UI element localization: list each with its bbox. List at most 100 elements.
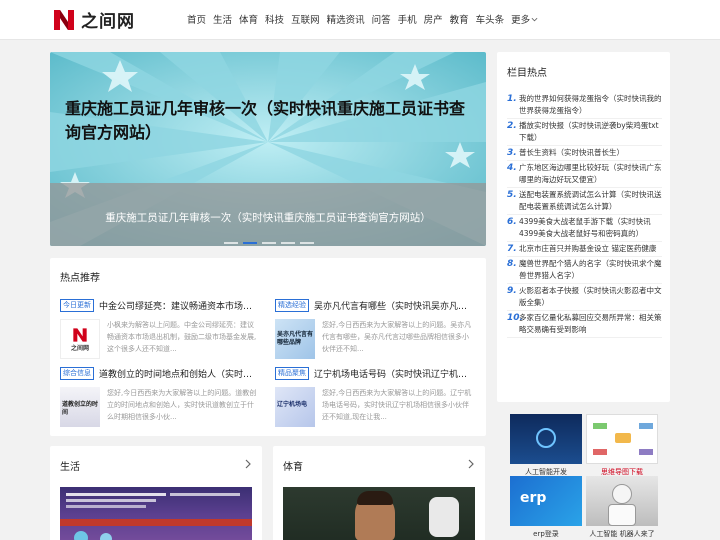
featured-item[interactable]: 综合信息 道教创立的时间地点和创始人（实时快讯道... 道教创立的时间 您好,今…	[60, 366, 260, 427]
grid-image[interactable]: erp	[510, 476, 582, 526]
rank-number: 10.	[507, 313, 523, 323]
list-item-text[interactable]: 送配电装置系统调试怎么计算（实时快讯送配电装置系统调试怎么计算）	[519, 189, 662, 213]
nav-item-mobile[interactable]: 手机	[398, 12, 417, 26]
featured-item[interactable]: 今日更新 中金公司缪延亮：建议畅通资本市场退出机... 之间网 小枫来为解答以上…	[60, 298, 260, 359]
grid-image-item[interactable]: 思维导图下载	[586, 414, 658, 477]
rank-number: 8.	[507, 259, 517, 269]
hot-topics-list: 1. 我的世界如何获得龙蛋指令（实时快讯我的世界获得龙蛋指令） 2. 播放实时快报（…	[507, 92, 662, 338]
grid-image[interactable]	[586, 414, 658, 464]
rank-number: 6.	[507, 217, 517, 227]
nav-item-sports[interactable]: 体育	[239, 12, 258, 26]
category-card-life: 生活	[50, 446, 262, 540]
nav-item-life[interactable]: 生活	[213, 12, 232, 26]
rank-number: 5.	[507, 190, 517, 200]
rank-number: 9.	[507, 286, 517, 296]
grid-image-item[interactable]: 人工智能 机器人来了	[586, 476, 658, 539]
featured-title[interactable]: 辽宁机场电话号码（实时快讯辽宁机场）	[314, 367, 474, 380]
featured-tag: 综合信息	[60, 366, 94, 380]
hot-topics-heading: 栏目热点	[507, 68, 547, 79]
featured-thumbnail[interactable]: 吴亦凡代言有哪些品牌	[275, 319, 315, 359]
rank-number: 3.	[507, 148, 517, 158]
nav-item-auto[interactable]: 车头条	[476, 12, 505, 26]
chevron-right-icon[interactable]	[467, 459, 475, 469]
list-item-text[interactable]: 播放实时快报（实时快讯逆袭by柴鸡蛋txt下载）	[519, 120, 662, 144]
featured-thumbnail[interactable]: 辽宁机场电	[275, 387, 315, 427]
grid-image-caption[interactable]: 人工智能 机器人来了	[586, 529, 658, 539]
list-item[interactable]: 4. 广东地区海边哪里比较好玩（实时快讯广东哪里的海边好玩又便宜）	[507, 161, 662, 188]
featured-item[interactable]: 精选经验 吴亦凡代言有哪些（实时快讯吴亦凡代言过... 吴亦凡代言有哪些品牌 您…	[275, 298, 475, 359]
list-item[interactable]: 1. 我的世界如何获得龙蛋指令（实时快讯我的世界获得龙蛋指令）	[507, 92, 662, 119]
nav-item-internet[interactable]: 互联网	[291, 12, 320, 26]
nav-item-qa[interactable]: 问答	[372, 12, 391, 26]
carousel-indicators	[224, 242, 319, 244]
hero-carousel[interactable]: 重庆施工员证几年审核一次（实时快讯重庆施工员证书查询官方网站） 重庆施工员证几年…	[50, 52, 486, 246]
carousel-dot[interactable]	[281, 242, 295, 244]
featured-title[interactable]: 吴亦凡代言有哪些（实时快讯吴亦凡代言过...	[314, 299, 474, 312]
featured-tag: 精品聚焦	[275, 366, 309, 380]
grid-image[interactable]	[510, 414, 582, 464]
hot-topics-panel: 栏目热点 1. 我的世界如何获得龙蛋指令（实时快讯我的世界获得龙蛋指令） 2. 播放…	[497, 52, 670, 402]
list-item-text[interactable]: 4399美食大战老鼠手游下载（实时快讯4399美食大战老鼠好号和密码真的）	[519, 216, 662, 240]
list-item[interactable]: 5. 送配电装置系统调试怎么计算（实时快讯送配电装置系统调试怎么计算）	[507, 188, 662, 215]
category-image[interactable]	[60, 487, 252, 540]
list-item-text[interactable]: 魔兽世界配个猎人的名字（实时快讯求个魔兽世界猎人名字）	[519, 258, 662, 282]
featured-tag: 今日更新	[60, 298, 94, 312]
hero-title[interactable]: 重庆施工员证几年审核一次（实时快讯重庆施工员证书查询官方网站）	[65, 97, 475, 145]
category-card-sports: 体育	[273, 446, 485, 540]
list-item-text[interactable]: 我的世界如何获得龙蛋指令（实时快讯我的世界获得龙蛋指令）	[519, 93, 662, 117]
featured-description: 小枫来为解答以上问题。中金公司缪延亮：建议畅通资本市场退出机制，鼓励二级市场基金…	[107, 321, 257, 353]
grid-image-caption[interactable]: erp登录	[510, 529, 582, 539]
thumbnail-caption: 道教创立的时间	[62, 401, 99, 416]
list-item-text[interactable]: 广东地区海边哪里比较好玩（实时快讯广东哪里的海边好玩又便宜）	[519, 162, 662, 186]
list-item[interactable]: 9. 火影忍者本子快报（实时快讯火影忍者中文版全集）	[507, 284, 662, 311]
rank-number: 4.	[507, 163, 517, 173]
carousel-dot[interactable]	[262, 242, 276, 244]
logo-icon	[54, 9, 74, 30]
grid-image-item[interactable]: erp erp登录	[510, 476, 582, 539]
nav-more-button[interactable]: 更多	[511, 12, 538, 26]
featured-item[interactable]: 精品聚焦 辽宁机场电话号码（实时快讯辽宁机场） 辽宁机场电 您好,今日西西来为大…	[275, 366, 475, 427]
site-logo[interactable]: 之间网	[52, 7, 135, 32]
list-item[interactable]: 8. 魔兽世界配个猎人的名字（实时快讯求个魔兽世界猎人名字）	[507, 257, 662, 284]
category-title[interactable]: 生活	[60, 458, 80, 473]
featured-title[interactable]: 中金公司缪延亮：建议畅通资本市场退出机...	[99, 299, 259, 312]
hero-caption[interactable]: 重庆施工员证几年审核一次（实时快讯重庆施工员证书查询官方网站）	[50, 210, 486, 225]
rank-number: 2.	[507, 121, 517, 131]
nav-item-education[interactable]: 教育	[450, 12, 469, 26]
list-item-text[interactable]: 普长生资料（实时快讯普长生）	[519, 147, 624, 159]
list-item-text[interactable]: 火影忍者本子快报（实时快讯火影忍者中文版全集）	[519, 285, 662, 309]
featured-thumbnail[interactable]: 之间网	[60, 319, 100, 359]
featured-description: 您好,今日西西来为大家解答以上的问题。辽宁机场电话号码，实时快讯辽宁机场相信很多…	[322, 389, 472, 421]
list-item[interactable]: 7. 北京市庄首只并购基金设立 锚定医药健康	[507, 242, 662, 257]
chevron-right-icon[interactable]	[244, 459, 252, 469]
nav-item-tech[interactable]: 科技	[265, 12, 284, 26]
featured-heading: 热点推荐	[60, 273, 100, 284]
grid-image[interactable]	[586, 476, 658, 526]
nav-more-label: 更多	[511, 15, 531, 26]
nav-item-home[interactable]: 首页	[187, 12, 206, 26]
featured-thumbnail[interactable]: 道教创立的时间	[60, 387, 100, 427]
carousel-dot[interactable]	[300, 242, 314, 244]
category-image[interactable]	[283, 487, 475, 540]
list-item[interactable]: 10. 多家百亿量化私募回应交易所异常：相关策略交易确有受到影响	[507, 311, 662, 338]
nav-item-featured[interactable]: 精选资讯	[327, 12, 365, 26]
main-nav: 首页 生活 体育 科技 互联网 精选资讯 问答 手机 房产 教育 车头条 更多	[187, 12, 545, 26]
category-title[interactable]: 体育	[283, 458, 303, 473]
nav-item-realestate[interactable]: 房产	[424, 12, 443, 26]
grid-image-item[interactable]: 人工智能开发	[510, 414, 582, 477]
featured-description: 您好,今日西西来为大家解答以上的问题。道教创立的时间地点和创始人，实时快讯道教创…	[107, 389, 257, 421]
list-item[interactable]: 6. 4399美食大战老鼠手游下载（实时快讯4399美食大战老鼠好号和密码真的）	[507, 215, 662, 242]
list-item[interactable]: 2. 播放实时快报（实时快讯逆袭by柴鸡蛋txt下载）	[507, 119, 662, 146]
rank-number: 7.	[507, 244, 517, 254]
logo-text: 之间网	[81, 12, 135, 32]
carousel-dot-active[interactable]	[243, 242, 257, 244]
list-item[interactable]: 3. 普长生资料（实时快讯普长生）	[507, 146, 662, 161]
featured-title[interactable]: 道教创立的时间地点和创始人（实时快讯道...	[99, 367, 259, 380]
thumbnail-caption: 辽宁机场电	[277, 401, 308, 408]
carousel-dot[interactable]	[224, 242, 238, 244]
list-item-text[interactable]: 多家百亿量化私募回应交易所异常：相关策略交易确有受到影响	[519, 312, 662, 336]
list-item-text[interactable]: 北京市庄首只并购基金设立 锚定医药健康	[519, 243, 656, 255]
rank-number: 1.	[507, 94, 517, 104]
chevron-down-icon	[531, 17, 538, 21]
thumbnail-caption: 吴亦凡代言有哪些品牌	[277, 331, 314, 346]
